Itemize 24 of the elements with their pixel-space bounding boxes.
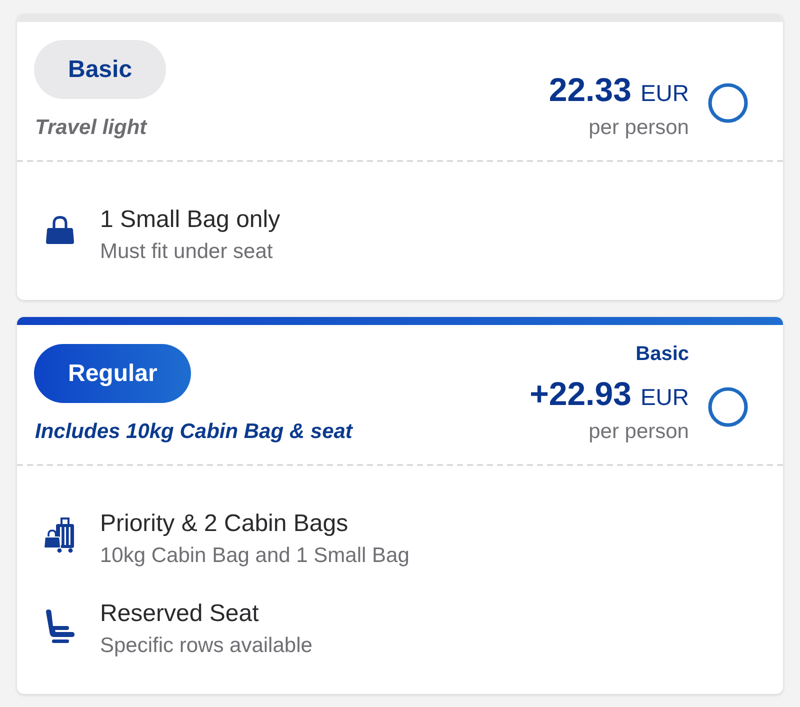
fare-tagline: Travel light — [35, 116, 147, 140]
select-radio[interactable] — [708, 83, 748, 123]
handbag-icon — [45, 215, 75, 245]
feature-title: 1 Small Bag only — [100, 205, 280, 235]
feature-detail: Must fit under seat — [100, 239, 274, 265]
feature-detail: 10kg Cabin Bag and 1 Small Bag — [100, 543, 410, 569]
feature-title: Reserved Seat — [100, 599, 260, 629]
price-currency: EUR — [640, 383, 689, 412]
fare-name-badge: Regular — [34, 344, 192, 403]
price-caption: Basic — [636, 343, 689, 365]
fare-tagline: Includes 10kg Cabin Bag & seat — [35, 420, 352, 444]
suitcase-and-handbag-icon — [44, 517, 76, 553]
seat-icon — [45, 609, 75, 643]
feature-title: Priority & 2 Cabin Bags — [100, 509, 350, 539]
fare-name-badge: Basic — [34, 40, 166, 99]
price-amount: 22.33 — [548, 71, 632, 109]
price-unit: per person — [588, 420, 689, 444]
feature-detail: Specific rows available — [100, 633, 312, 659]
fare-card[interactable]: Basic Travel light 22.33 EUR per person 1 Small Bag only Must fit under seat — [17, 14, 783, 300]
select-radio[interactable] — [708, 387, 748, 427]
price-currency: EUR — [640, 79, 689, 108]
fare-card[interactable]: Regular Includes 10kg Cabin Bag & seat Basic +22.93 EUR per person Priority & 2 Cabin Bags 10kg Cabin Bag and 1 Small Bag Reserved Seat Specific rows available — [17, 317, 783, 694]
price-unit: per person — [588, 116, 689, 140]
price-amount: +22.93 — [530, 375, 632, 413]
